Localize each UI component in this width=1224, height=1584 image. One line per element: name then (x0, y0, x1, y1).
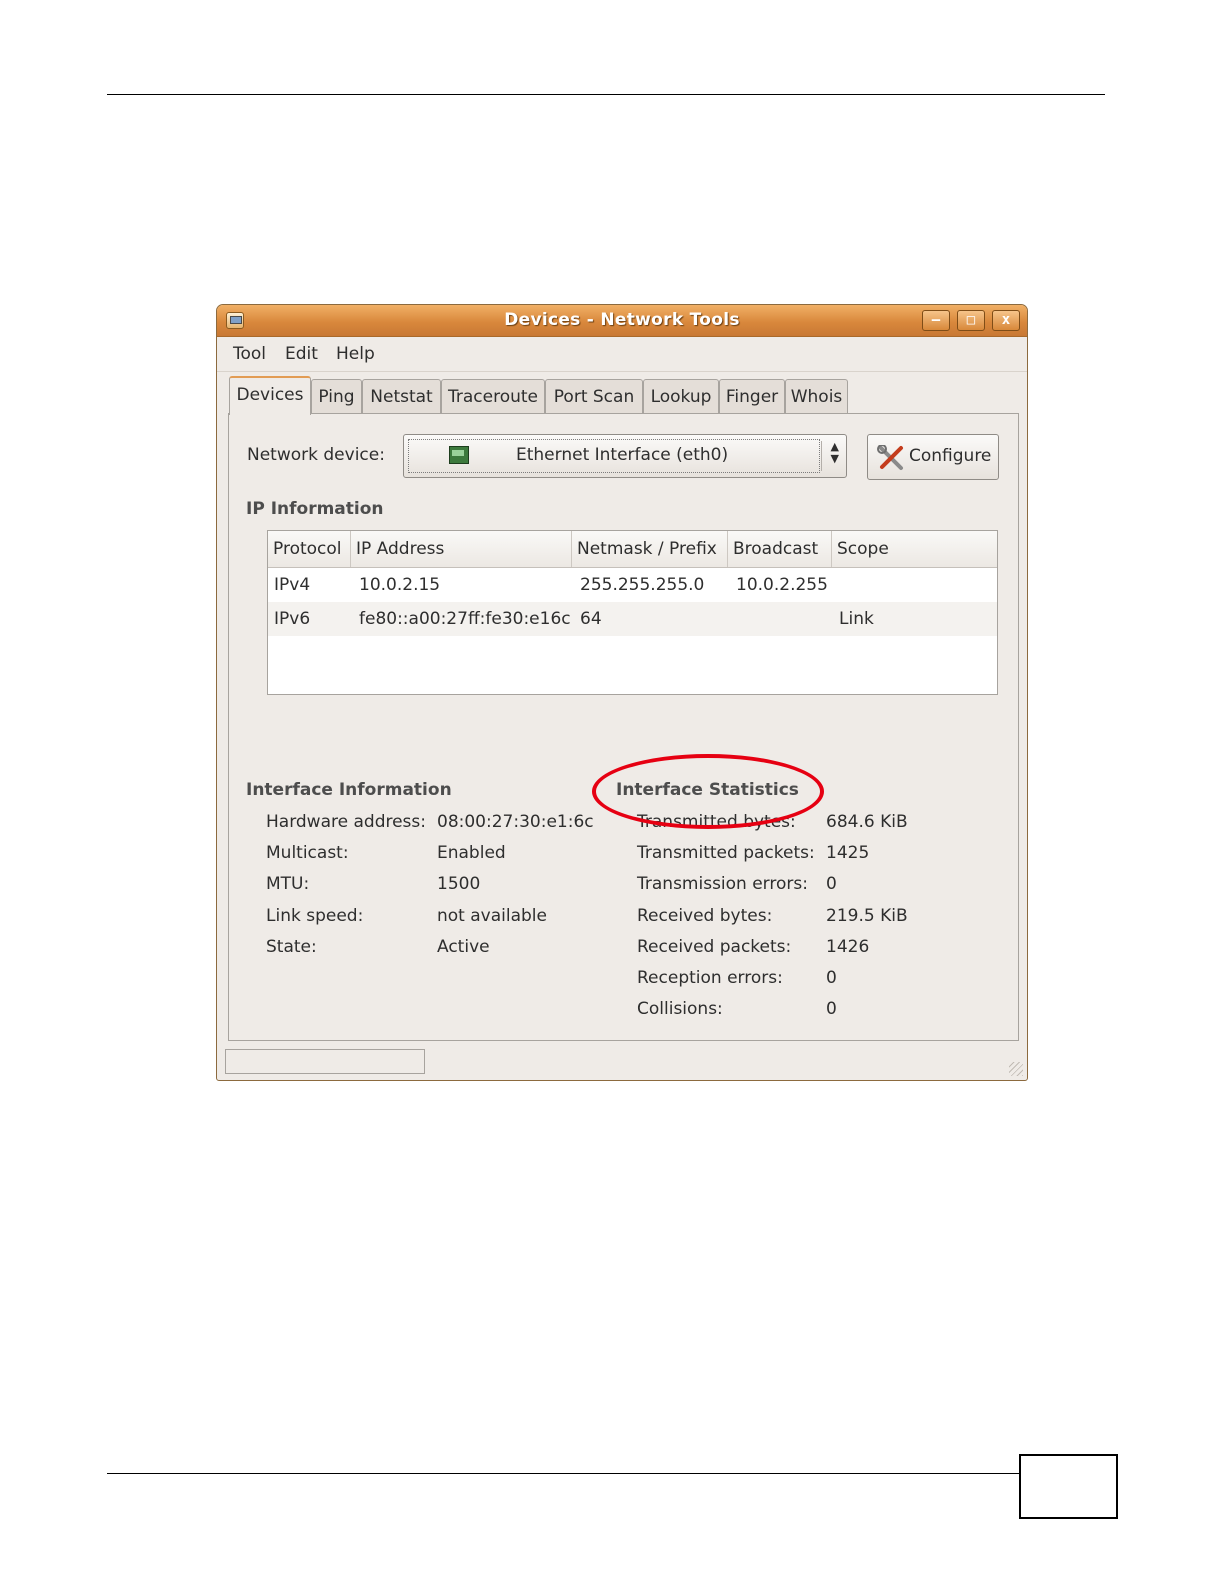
window-title: Devices - Network Tools (504, 310, 740, 330)
menu-help[interactable]: Help (336, 344, 375, 364)
resize-grip[interactable] (1009, 1062, 1023, 1076)
tab-ping[interactable]: Ping (311, 379, 362, 413)
page-number-box (1019, 1454, 1118, 1519)
hardware-address-label: Hardware address: (266, 812, 426, 832)
hardware-address-value: 08:00:27:30:e1:6c (437, 812, 594, 832)
titlebar[interactable]: Devices - Network Tools – □ x (217, 305, 1027, 337)
network-card-icon (449, 446, 469, 464)
collisions-label: Collisions: (637, 999, 723, 1019)
combo-separator (821, 441, 822, 471)
close-button[interactable]: x (992, 310, 1020, 331)
cell-broadcast: 10.0.2.255 (736, 575, 828, 595)
column-ip-address[interactable]: IP Address (351, 531, 572, 567)
multicast-value: Enabled (437, 843, 506, 863)
reception-errors-value: 0 (826, 968, 837, 988)
link-speed-label: Link speed: (266, 906, 364, 926)
ip-information-table: Protocol IP Address Netmask / Prefix Bro… (267, 530, 998, 695)
column-protocol[interactable]: Protocol (268, 531, 351, 567)
ip-information-heading: IP Information (246, 499, 384, 519)
received-bytes-label: Received bytes: (637, 906, 773, 926)
progress-bar (225, 1049, 425, 1074)
network-tools-window: Devices - Network Tools – □ x Tool Edit … (216, 304, 1028, 1081)
cell-protocol: IPv4 (274, 575, 311, 595)
tab-traceroute[interactable]: Traceroute (441, 379, 545, 413)
cell-ip-address: fe80::a00:27ff:fe30:e16c (359, 609, 571, 629)
network-device-select[interactable]: Ethernet Interface (eth0) ▲ ▼ (403, 434, 847, 478)
transmitted-packets-value: 1425 (826, 843, 870, 863)
table-row[interactable]: IPv6 fe80::a00:27ff:fe30:e16c 64 Link (268, 602, 997, 636)
tab-port-scan[interactable]: Port Scan (545, 379, 643, 413)
tab-netstat[interactable]: Netstat (362, 379, 441, 413)
devices-tab-panel: Network device: Ethernet Interface (eth0… (228, 413, 1019, 1041)
multicast-label: Multicast: (266, 843, 349, 863)
cell-protocol: IPv6 (274, 609, 311, 629)
maximize-button[interactable]: □ (957, 310, 985, 331)
link-speed-value: not available (437, 906, 547, 926)
table-row[interactable]: IPv4 10.0.2.15 255.255.255.0 10.0.2.255 (268, 568, 997, 602)
minimize-button[interactable]: – (922, 310, 950, 331)
tab-finger[interactable]: Finger (719, 379, 785, 413)
received-packets-label: Received packets: (637, 937, 792, 957)
transmitted-packets-label: Transmitted packets: (637, 843, 815, 863)
configure-label: Configure (909, 446, 992, 466)
mtu-label: MTU: (266, 874, 310, 894)
updown-arrow-icon: ▲ ▼ (830, 440, 839, 465)
received-bytes-value: 219.5 KiB (826, 906, 908, 926)
page-footer-rule (107, 1473, 1019, 1474)
table-header: Protocol IP Address Netmask / Prefix Bro… (268, 531, 997, 568)
reception-errors-label: Reception errors: (637, 968, 783, 988)
tab-lookup[interactable]: Lookup (643, 379, 719, 413)
configure-button[interactable]: Configure (867, 434, 999, 480)
network-device-label: Network device: (247, 445, 385, 465)
cell-scope: Link (839, 609, 874, 629)
column-scope[interactable]: Scope (832, 531, 997, 567)
mtu-value: 1500 (437, 874, 481, 894)
menu-edit[interactable]: Edit (285, 344, 318, 364)
received-packets-value: 1426 (826, 937, 870, 957)
state-value: Active (437, 937, 490, 957)
state-label: State: (266, 937, 317, 957)
cell-netmask: 255.255.255.0 (580, 575, 705, 595)
transmitted-bytes-value: 684.6 KiB (826, 812, 908, 832)
tab-whois[interactable]: Whois (785, 379, 848, 413)
menubar: Tool Edit Help (217, 337, 1027, 372)
highlight-ellipse (592, 754, 824, 829)
collisions-value: 0 (826, 999, 837, 1019)
page-header-rule (107, 94, 1105, 95)
cell-netmask: 64 (580, 609, 602, 629)
transmission-errors-value: 0 (826, 874, 837, 894)
selected-device: Ethernet Interface (eth0) (516, 445, 729, 465)
transmission-errors-label: Transmission errors: (637, 874, 808, 894)
interface-information-heading: Interface Information (246, 780, 452, 800)
column-netmask[interactable]: Netmask / Prefix (572, 531, 728, 567)
column-broadcast[interactable]: Broadcast (728, 531, 832, 567)
menu-tool[interactable]: Tool (233, 344, 266, 364)
tab-devices[interactable]: Devices (229, 376, 311, 415)
tools-icon (877, 445, 903, 470)
cell-ip-address: 10.0.2.15 (359, 575, 441, 595)
